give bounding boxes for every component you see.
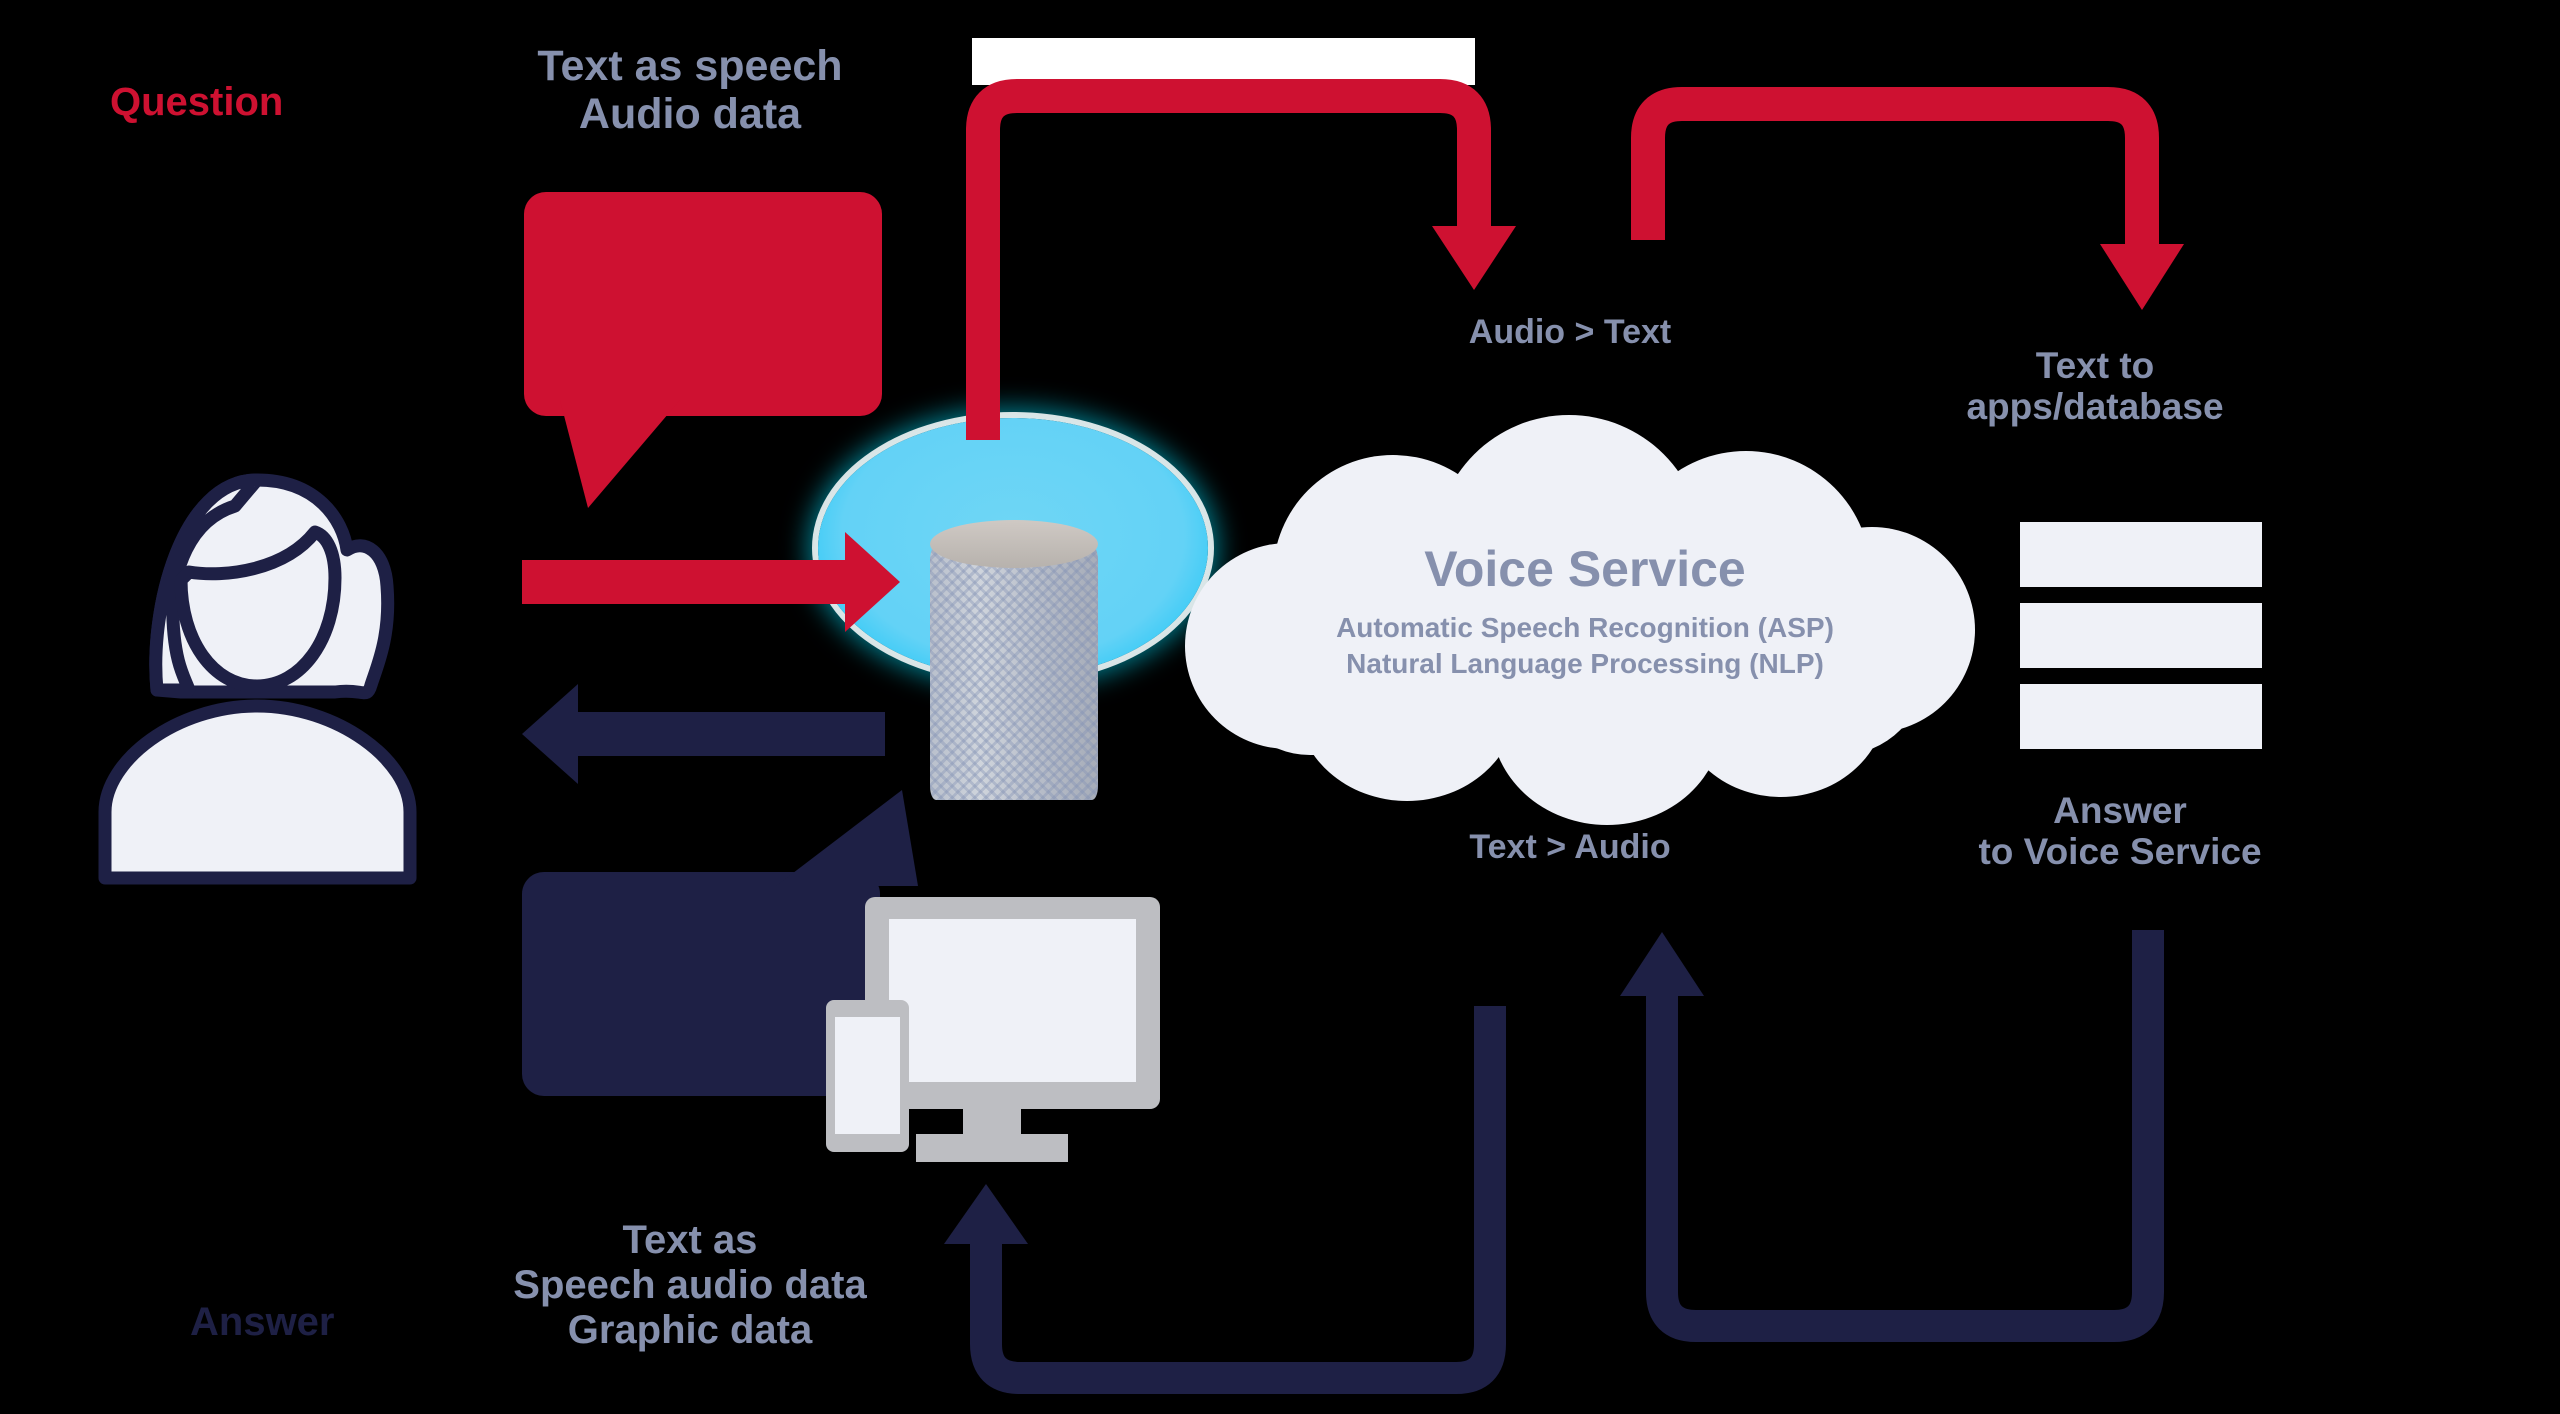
arrow-red-head-1 [1432,226,1516,290]
arrow-red-cloud-to-database [1631,87,2159,246]
diagram-canvas: Question Answer Text as speech Audio dat… [0,0,2560,1414]
arrow-navy-head-2 [1620,932,1704,996]
arrow-red-head-2 [2100,244,2184,310]
arrow-navy-head-1 [944,1184,1028,1244]
arrow-layer [522,79,2184,1394]
arrow-red-speaker-to-audio-text [966,79,1491,440]
arrow-question-person-to-speaker [522,532,900,632]
arrow-navy-database-to-cloud [1646,930,2164,1342]
arrow-answer-speaker-to-person [522,684,885,784]
arrow-navy-cloud-to-devices [970,1006,1506,1394]
